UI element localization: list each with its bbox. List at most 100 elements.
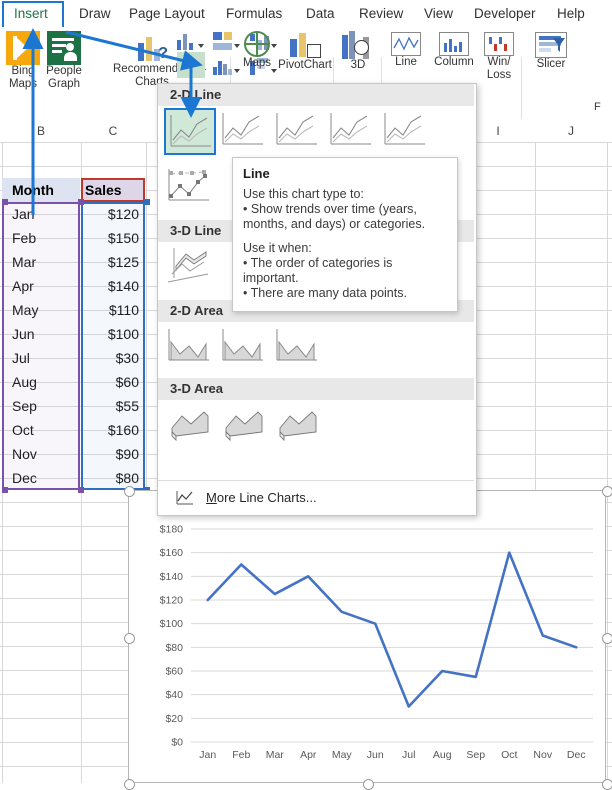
ribbon-button-sparkline-line[interactable]: Line (386, 32, 426, 69)
chart-type-tile-area-3[interactable] (272, 324, 324, 371)
line-chart-tooltip: Line Use this chart type to: • Show tren… (232, 157, 458, 312)
recommended-charts-icon: ? (136, 33, 168, 63)
ribbon-tab-formulas[interactable]: Formulas (222, 4, 286, 23)
tooltip-title: Line (243, 166, 270, 181)
ribbon-button-sparkline-column[interactable]: Column (430, 32, 478, 69)
chart-type-tile-line-4[interactable] (326, 108, 378, 155)
people-graph-icon (47, 31, 81, 65)
ribbon-button-3d-map[interactable]: 3D (340, 31, 376, 72)
chevron-down-icon[interactable] (198, 43, 204, 48)
chart-resize-handle[interactable] (124, 779, 135, 790)
chart-y-tick-label: $160 (160, 547, 184, 559)
range-handle[interactable] (144, 199, 150, 205)
dropdown-group-3d-area: 3-D Area (158, 378, 474, 400)
tooltip-line-7: • There are many data points. (243, 286, 407, 300)
chart-type-tile-area3d-3[interactable] (272, 402, 324, 449)
ribbon-tab-developer[interactable]: Developer (470, 4, 540, 23)
sales-range-selection (81, 202, 145, 490)
chart-type-tile-linemk-1[interactable] (164, 164, 216, 211)
chart-type-tile-line-1[interactable] (164, 108, 216, 155)
ribbon-button-maps[interactable]: Maps (235, 31, 279, 70)
more-line-charts-icon (176, 490, 194, 511)
tooltip-line-2: • Show trends over time (years, (243, 202, 417, 216)
chart-x-tick-label: Oct (501, 749, 517, 761)
more-line-charts-label: More Line Charts... (206, 490, 317, 505)
chart-resize-handle[interactable] (602, 779, 612, 790)
chart-type-tile-area3d-1[interactable] (164, 402, 216, 449)
chart-type-tile-line-3[interactable] (272, 108, 324, 155)
chart-x-tick-label: Aug (433, 749, 452, 761)
column-header-C[interactable]: C (81, 120, 145, 142)
chart-x-tick-label: Sep (466, 749, 485, 761)
column-header-J[interactable]: J (535, 120, 607, 142)
range-handle[interactable] (2, 199, 8, 205)
chart-resize-handle[interactable] (363, 779, 374, 790)
chart-y-tick-label: $140 (160, 571, 184, 583)
chart-type-tile-line3d-1[interactable] (164, 244, 216, 291)
chart-series-sales (206, 551, 578, 708)
ribbon-label-sparkline-winloss: Win/ Loss (486, 56, 512, 81)
ribbon-group-label-filters: F (594, 101, 601, 113)
chart-resize-handle[interactable] (602, 633, 612, 644)
chart-y-tick-label: $20 (165, 713, 183, 725)
bing-maps-icon (6, 31, 40, 65)
chart-type-tile-line-2[interactable] (218, 108, 270, 155)
chart-y-tick-label: $40 (165, 689, 183, 701)
sparkline-line-icon (391, 32, 421, 56)
column-chart-icon (176, 32, 198, 50)
column-header-B[interactable]: B (2, 120, 80, 142)
more-line-charts-item[interactable]: More Line Charts... (158, 480, 474, 515)
tooltip-line-4: Use it when: (243, 241, 312, 255)
ribbon-divider (521, 57, 522, 119)
pivotchart-icon (288, 31, 322, 59)
chart-y-tick-label: $100 (160, 618, 184, 630)
ribbon-tab-data[interactable]: Data (302, 4, 339, 23)
sparkline-column-icon (439, 32, 469, 56)
tooltip-line-5: • The order of categories is (243, 256, 393, 270)
chart-x-tick-label: Jul (402, 749, 415, 761)
ribbon-tab-draw[interactable]: Draw (75, 4, 115, 23)
ribbon-tab-help[interactable]: Help (553, 4, 589, 23)
ribbon-label-sparkline-column: Column (434, 56, 474, 68)
ribbon-tab-bar: Insert Draw Page Layout Formulas Data Review V… (0, 0, 612, 27)
range-handle[interactable] (78, 487, 84, 493)
chart-plot-area: $0 $20 $40 $60 $80 $100 $120 $140 $160 $180 Jan Feb… (160, 524, 593, 761)
chart-x-tick-label: Apr (300, 749, 317, 761)
chart-y-tick-label: $60 (165, 666, 183, 678)
sales-line-chart[interactable]: Sales $0$20$40$60$80$100$120$140$160$180… (124, 486, 612, 790)
three-d-map-icon (341, 31, 375, 59)
globe-icon (244, 31, 270, 57)
ribbon-tab-review[interactable]: Review (355, 4, 407, 23)
chart-x-tick-label: Jun (367, 749, 384, 761)
table-header-month[interactable]: Month (2, 178, 80, 202)
bar-chart-icon (212, 57, 234, 75)
ribbon-button-slicer[interactable]: Slicer (530, 32, 572, 71)
chart-y-tick-label: $0 (171, 737, 183, 749)
ribbon-button-sparkline-winloss[interactable]: Win/ Loss (482, 32, 516, 82)
ribbon-button-bing-maps[interactable]: Bing Maps (4, 31, 42, 91)
chart-resize-handle[interactable] (602, 486, 612, 497)
sales-header-selection (81, 178, 145, 202)
ribbon-tab-page-layout[interactable]: Page Layout (125, 4, 209, 23)
tooltip-line-3: months, and days) or categories. (243, 217, 426, 231)
range-handle[interactable] (2, 487, 8, 493)
chart-type-tile-area3d-2[interactable] (218, 402, 270, 449)
ribbon-button-people-graph[interactable]: People Graph (44, 31, 84, 91)
ribbon-tab-view[interactable]: View (420, 4, 457, 23)
tooltip-line-1: Use this chart type to: (243, 187, 364, 201)
range-handle[interactable] (78, 199, 84, 205)
chart-x-tick-label: May (332, 749, 353, 761)
chart-y-tick-label: $80 (165, 642, 183, 654)
ribbon-label-bing-maps: Bing Maps (8, 65, 38, 90)
chart-type-tile-line-5[interactable] (380, 108, 432, 155)
tooltip-line-6: important. (243, 271, 299, 285)
chart-x-tick-label: Mar (266, 749, 285, 761)
ribbon-button-pivotchart[interactable]: PivotChart (278, 31, 332, 72)
chart-resize-handle[interactable] (124, 486, 135, 497)
chart-type-tile-area-2[interactable] (218, 324, 270, 371)
chart-resize-handle[interactable] (124, 633, 135, 644)
chart-type-tile-area-1[interactable] (164, 324, 216, 371)
chart-x-tick-label: Feb (232, 749, 250, 761)
sparkline-winloss-icon (484, 32, 514, 56)
line-chart-button-highlight (177, 52, 205, 78)
